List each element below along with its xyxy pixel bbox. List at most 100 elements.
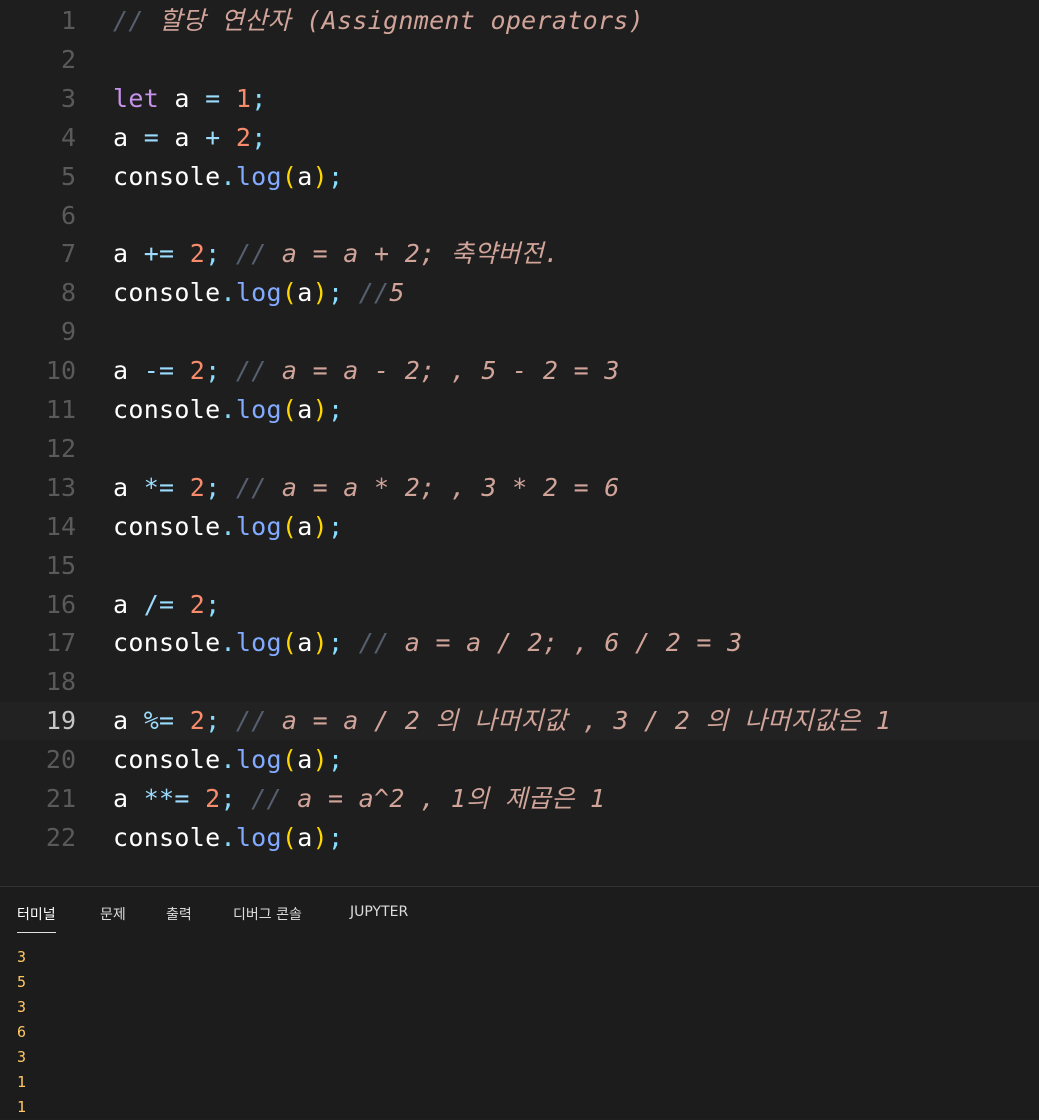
- line-number: 17: [45, 628, 76, 658]
- line-number: 15: [45, 550, 76, 580]
- tab-output[interactable]: 출력: [166, 904, 192, 932]
- tab-terminal[interactable]: 터미널: [17, 904, 56, 933]
- code-token: .: [220, 278, 236, 308]
- code-token: //: [235, 472, 282, 502]
- code-token: 2: [235, 122, 252, 152]
- code-token: log: [235, 822, 282, 852]
- code-line[interactable]: 19 a %= 2; // a = a / 2 의 나머지값 , 3 / 2 의 …: [0, 702, 1039, 741]
- code-token: (: [281, 161, 298, 191]
- code-line[interactable]: 2: [0, 41, 1039, 79]
- code-token: a: [297, 511, 313, 541]
- line-number: 3: [60, 83, 76, 113]
- code-token: ;: [205, 356, 221, 386]
- code-token: .: [220, 511, 236, 541]
- code-token: *=: [143, 472, 175, 502]
- line-code: let a = 1;: [113, 80, 267, 118]
- code-line[interactable]: 13 a *= 2; // a = a * 2; , 3 * 2 = 6: [0, 469, 1039, 507]
- code-line[interactable]: 10 a -= 2; // a = a - 2; , 5 - 2 = 3: [0, 352, 1039, 390]
- terminal-output-line: 5: [17, 973, 27, 991]
- code-line[interactable]: 11 console.log(a);: [0, 391, 1039, 429]
- code-line[interactable]: 15: [0, 547, 1039, 585]
- code-token: ;: [327, 628, 344, 658]
- tab-jupyter[interactable]: JUPYTER: [350, 904, 408, 928]
- code-token: a = a + 2; 축약버전.: [281, 239, 560, 269]
- code-token: a: [297, 745, 313, 775]
- code-token: ;: [205, 239, 221, 269]
- code-line[interactable]: 17 console.log(a); // a = a / 2; , 6 / 2 …: [0, 624, 1039, 662]
- line-code: a = a + 2;: [113, 119, 267, 157]
- line-code: a %= 2; // a = a / 2 의 나머지값 , 3 / 2 의 나머…: [113, 702, 891, 740]
- code-token: console: [113, 822, 221, 852]
- code-line[interactable]: 14 console.log(a);: [0, 508, 1039, 546]
- line-code: a /= 2;: [113, 586, 220, 624]
- code-line[interactable]: 16 a /= 2;: [0, 586, 1039, 624]
- code-line[interactable]: 1 // 할당 연산자 (Assignment operators): [0, 2, 1039, 40]
- code-token: console: [113, 745, 221, 775]
- code-token: 2: [189, 472, 206, 502]
- code-token: //: [235, 356, 282, 386]
- code-line[interactable]: 5 console.log(a);: [0, 158, 1039, 196]
- code-token: (: [281, 822, 298, 852]
- line-number: 14: [45, 511, 76, 541]
- code-token: let: [113, 83, 160, 113]
- code-token: 2: [189, 589, 206, 619]
- code-token: ): [312, 745, 328, 775]
- code-line[interactable]: 20 console.log(a);: [0, 741, 1039, 779]
- code-token: 1: [235, 83, 252, 113]
- terminal-output[interactable]: 3 5 3 6 3 1 1: [17, 945, 26, 1120]
- terminal-output-line: 1: [17, 1073, 27, 1091]
- code-line[interactable]: 22 console.log(a);: [0, 819, 1039, 857]
- code-token: console: [113, 628, 221, 658]
- code-token: **=: [143, 784, 190, 813]
- code-token: ;: [327, 511, 344, 541]
- code-line[interactable]: 4 a = a + 2;: [0, 119, 1039, 157]
- line-number: 18: [45, 667, 76, 697]
- code-line[interactable]: 8 console.log(a); //5: [0, 274, 1039, 312]
- code-token: //: [113, 6, 160, 35]
- code-token: .: [220, 161, 236, 191]
- tab-debug-console[interactable]: 디버그 콘솔: [233, 904, 302, 932]
- code-line[interactable]: 6: [0, 197, 1039, 235]
- code-line[interactable]: 7 a += 2; // a = a + 2; 축약버전.: [0, 235, 1039, 273]
- code-line[interactable]: 21 a **= 2; // a = a^2 , 1의 제곱은 1: [0, 780, 1039, 818]
- line-number: 6: [60, 200, 76, 230]
- tab-problems[interactable]: 문제: [100, 904, 126, 932]
- terminal-output-line: 3: [17, 1048, 27, 1066]
- code-line[interactable]: 12: [0, 430, 1039, 468]
- line-number: 16: [45, 589, 76, 619]
- code-token: a: [113, 589, 144, 619]
- line-code: a += 2; // a = a + 2; 축약버전.: [113, 235, 559, 273]
- code-editor[interactable]: 1 // 할당 연산자 (Assignment operators) 2 3 let a…: [0, 0, 1039, 886]
- line-number: 2: [60, 44, 76, 74]
- code-line[interactable]: 9: [0, 313, 1039, 351]
- code-token: a: [297, 822, 313, 852]
- code-token: //: [235, 239, 282, 269]
- code-token: a = a * 2; , 3 * 2 = 6: [281, 472, 620, 502]
- line-code: a *= 2; // a = a * 2; , 3 * 2 = 6: [113, 469, 620, 507]
- panel-tabs: 터미널 문제 출력 디버그 콘솔 JUPYTER: [0, 887, 1039, 935]
- code-token: a: [113, 356, 144, 386]
- line-number: 22: [45, 822, 76, 852]
- code-token: .: [220, 628, 236, 658]
- code-line[interactable]: 18: [0, 663, 1039, 701]
- code-token: (: [281, 511, 298, 541]
- code-token: //: [251, 784, 298, 813]
- terminal-output-line: 1: [17, 1098, 27, 1116]
- line-code: console.log(a); //5: [113, 274, 405, 312]
- code-token: .: [220, 395, 236, 424]
- code-line[interactable]: 3 let a = 1;: [0, 80, 1039, 118]
- code-token: a: [159, 122, 206, 152]
- code-token: a: [297, 278, 313, 308]
- line-code: console.log(a);: [113, 391, 343, 429]
- code-token: //: [358, 278, 390, 308]
- code-token: ;: [327, 822, 344, 852]
- code-token: ;: [251, 122, 267, 152]
